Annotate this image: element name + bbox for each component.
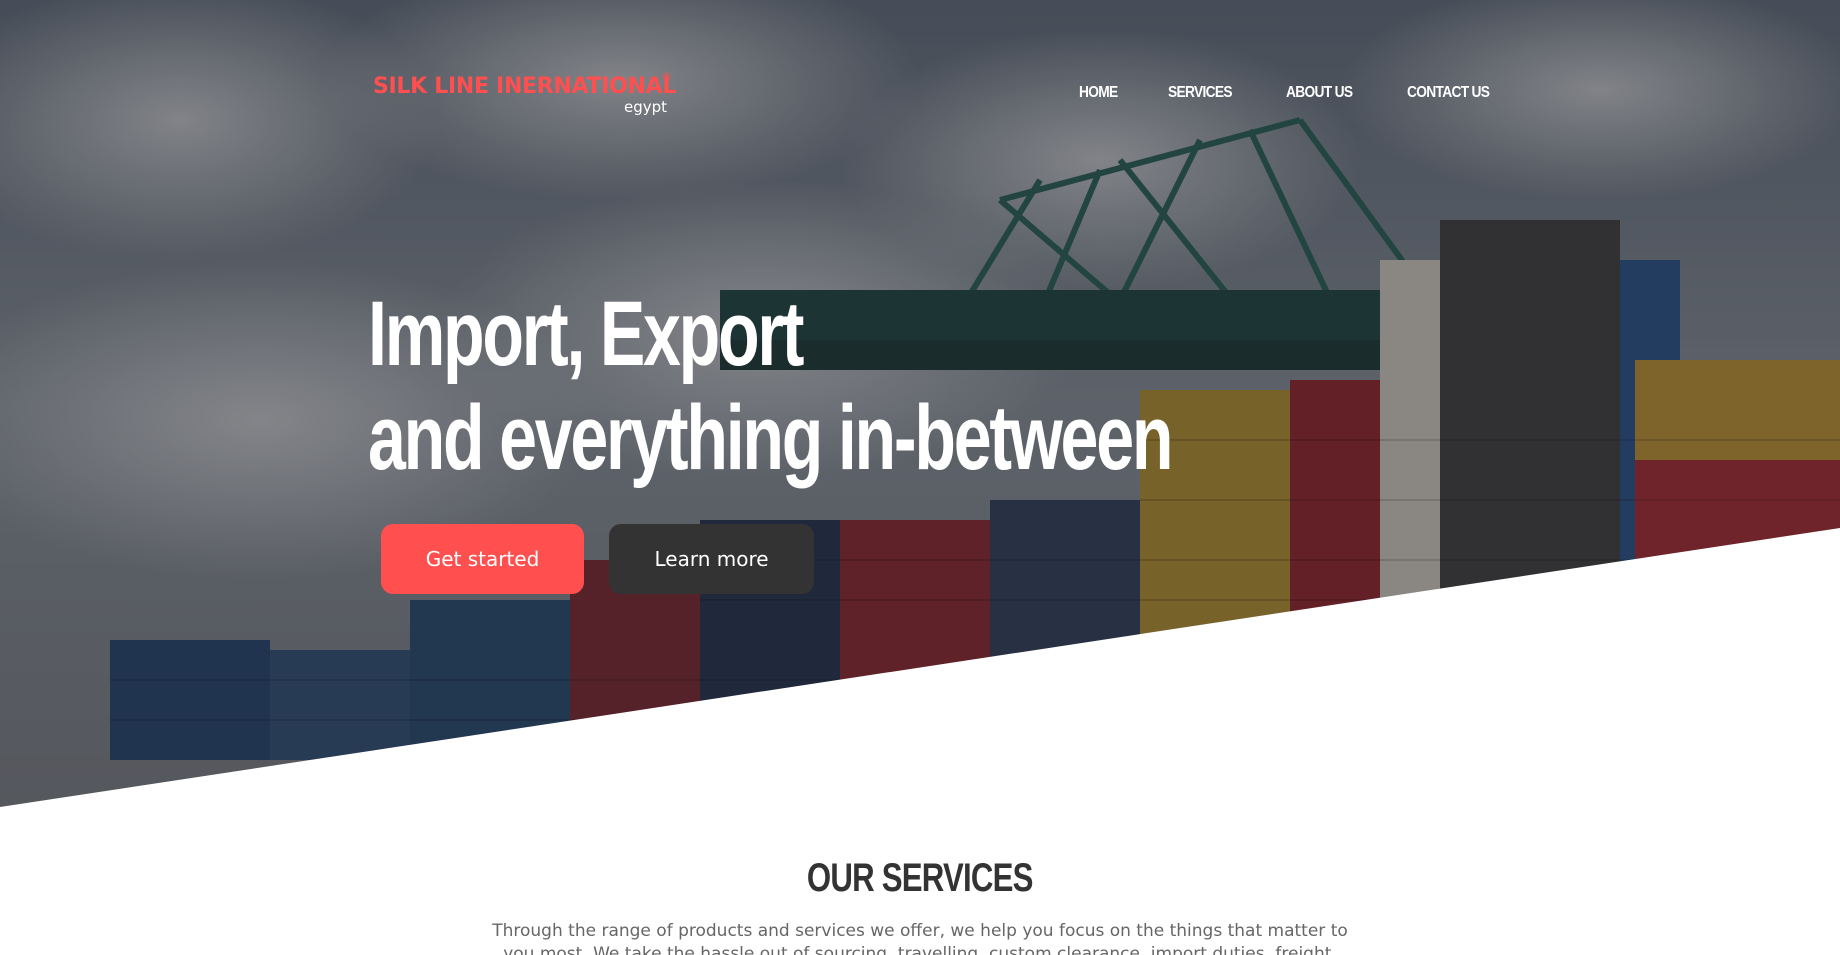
- hero-section: SILK LINE INERNATIONAL ® egypt HOME SERV…: [0, 0, 1840, 810]
- hero-headline: Import, Export and everything in-between: [368, 282, 1173, 490]
- hero-headline-line-1: Import, Export: [368, 283, 804, 385]
- main-nav: HOME SERVICES ABOUT US CONTACT US: [1079, 84, 1547, 102]
- nav-item-home[interactable]: HOME: [1079, 84, 1118, 102]
- services-title-text: OUR SERVICES: [807, 856, 1034, 900]
- services-title: OUR SERVICES: [0, 856, 1840, 901]
- page: SILK LINE INERNATIONAL ® egypt HOME SERV…: [0, 0, 1840, 955]
- brand-subtitle: egypt: [624, 98, 668, 116]
- hero-headline-line-2: and everything in-between: [368, 387, 1173, 489]
- nav-item-about-us[interactable]: ABOUT US: [1286, 84, 1353, 102]
- nav-item-contact-us[interactable]: CONTACT US: [1407, 84, 1490, 102]
- nav-item-services[interactable]: SERVICES: [1168, 84, 1233, 102]
- brand-logo[interactable]: SILK LINE INERNATIONAL ® egypt: [373, 70, 677, 126]
- brand-name: SILK LINE INERNATIONAL: [373, 74, 677, 99]
- registered-mark: ®: [661, 70, 672, 83]
- learn-more-button[interactable]: Learn more: [609, 524, 814, 594]
- get-started-button[interactable]: Get started: [381, 524, 584, 594]
- services-description: Through the range of products and servic…: [492, 921, 1348, 955]
